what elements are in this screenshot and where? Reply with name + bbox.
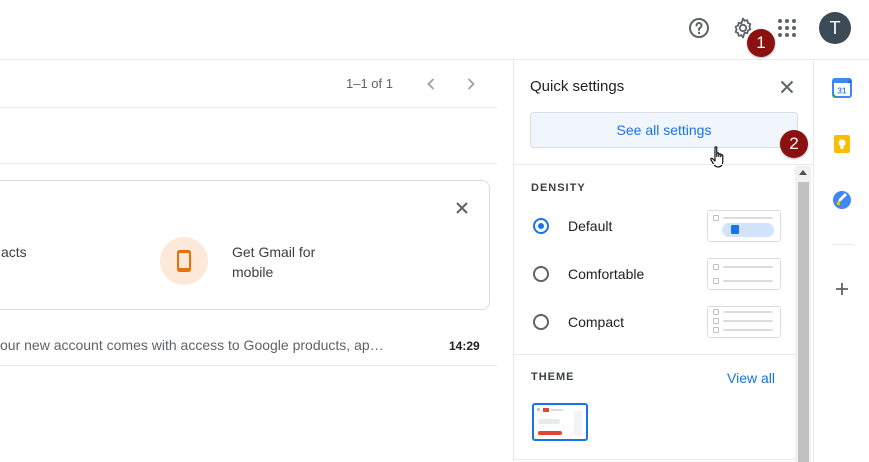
get-addons-button[interactable]: [833, 280, 851, 298]
divider: [514, 164, 814, 165]
close-quick-settings-button[interactable]: [777, 77, 797, 97]
view-all-themes-link[interactable]: View all: [727, 370, 775, 386]
older-button[interactable]: [461, 74, 481, 94]
apps-grid-icon: [778, 19, 796, 37]
close-card-button[interactable]: [452, 198, 472, 218]
getting-started-card: acts Get Gmail for mobile: [0, 180, 490, 310]
comfortable-density-preview: [707, 258, 781, 290]
email-row[interactable]: our new account comes with access to Goo…: [0, 326, 497, 365]
close-icon: [780, 80, 794, 94]
chevron-right-icon: [467, 78, 475, 90]
density-option-comfortable[interactable]: Comfortable: [514, 258, 795, 292]
hand-cursor-icon: [709, 145, 729, 171]
density-option-compact[interactable]: Compact: [514, 306, 795, 340]
scrollbar-thumb[interactable]: [798, 182, 809, 462]
default-theme-thumbnail[interactable]: [532, 403, 588, 441]
account-avatar[interactable]: T: [819, 12, 851, 44]
scroll-up-arrow-icon[interactable]: [799, 170, 807, 175]
divider: [832, 244, 854, 245]
mobile-icon-circle[interactable]: [160, 237, 208, 285]
compact-density-preview: [707, 306, 781, 338]
help-button[interactable]: [679, 8, 719, 48]
radio-compact[interactable]: [533, 314, 549, 330]
option-label: Default: [568, 218, 613, 234]
default-density-preview: [707, 210, 781, 242]
tasks-app-button[interactable]: [832, 190, 852, 210]
radio-comfortable[interactable]: [533, 266, 549, 282]
get-gmail-mobile-link[interactable]: Get Gmail for mobile: [232, 242, 315, 282]
step-marker-2: 2: [780, 130, 808, 158]
divider: [0, 163, 497, 164]
divider: [0, 107, 497, 108]
plus-icon: [836, 283, 848, 295]
help-circle-icon: [689, 18, 709, 38]
apps-button[interactable]: [767, 8, 807, 48]
get-gmail-line2: mobile: [232, 264, 274, 280]
option-label: Comfortable: [568, 266, 645, 282]
svg-text:31: 31: [838, 87, 847, 96]
keep-bulb-icon: [834, 135, 850, 153]
newer-button[interactable]: [421, 74, 441, 94]
get-gmail-line1: Get Gmail for: [232, 244, 316, 260]
panel-scrollbar[interactable]: [795, 166, 811, 462]
divider: [514, 354, 795, 355]
pagination-text: 1–1 of 1: [346, 76, 393, 91]
calendar-icon: 31: [832, 78, 852, 98]
see-all-settings-button[interactable]: See all settings: [530, 112, 798, 148]
email-time: 14:29: [449, 339, 480, 353]
radio-default[interactable]: [533, 218, 549, 234]
chevron-left-icon: [427, 78, 435, 90]
tasks-check-icon: [833, 191, 851, 209]
calendar-app-button[interactable]: 31: [832, 78, 852, 98]
side-panel-rail: 31: [813, 60, 869, 462]
quick-settings-title: Quick settings: [530, 78, 625, 95]
smartphone-icon: [177, 250, 191, 272]
close-icon: [456, 202, 468, 214]
density-label: DENSITY: [531, 182, 586, 194]
top-bar: 1 T: [0, 0, 869, 60]
density-option-default[interactable]: Default: [514, 210, 795, 244]
email-snippet: our new account comes with access to Goo…: [0, 337, 384, 353]
theme-label: THEME: [531, 371, 575, 383]
keep-app-button[interactable]: [832, 134, 852, 154]
card-item-label[interactable]: acts: [1, 242, 27, 262]
divider: [514, 459, 795, 460]
quick-settings-panel: Quick settings See all settings 2 DENSIT…: [513, 60, 814, 462]
option-label: Compact: [568, 314, 625, 330]
divider: [0, 365, 497, 366]
